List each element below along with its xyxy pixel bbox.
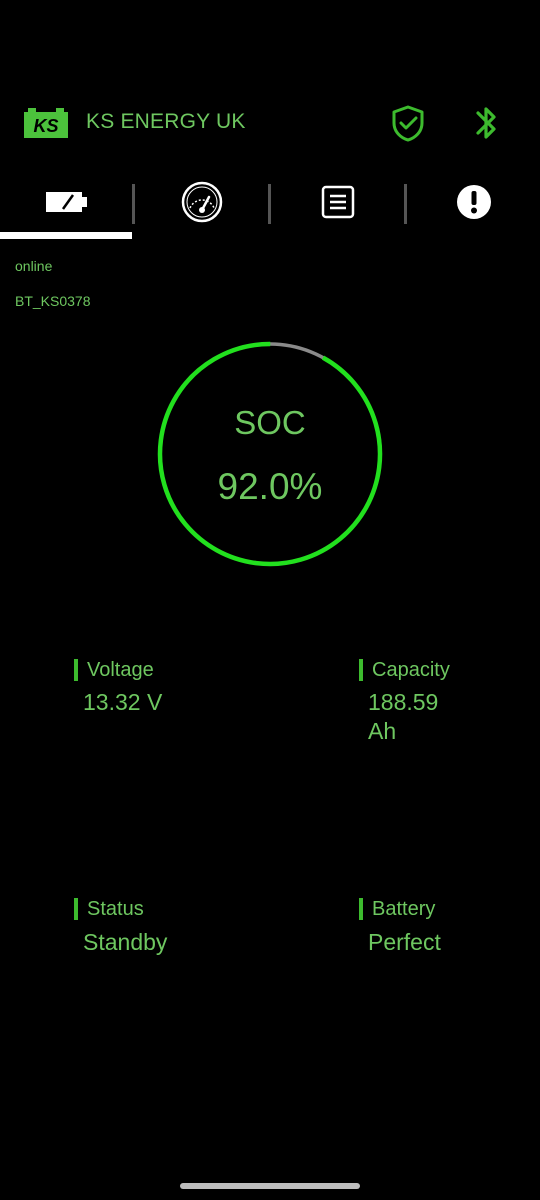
- status-value: Standby: [83, 929, 168, 955]
- soc-label: SOC: [234, 404, 306, 441]
- battery-logo-icon: KS: [24, 108, 68, 138]
- voltage-title: Voltage: [87, 659, 154, 681]
- soc-value: 92.0%: [217, 466, 323, 507]
- shield-check-icon[interactable]: [390, 104, 426, 142]
- battery-icon: [46, 192, 87, 212]
- home-indicator[interactable]: [180, 1183, 360, 1189]
- tab-alert[interactable]: [407, 170, 540, 234]
- tab-gauge[interactable]: [135, 170, 269, 234]
- soc-ring-progress: [157, 341, 383, 567]
- status-marker: [74, 898, 78, 920]
- tab-battery[interactable]: [0, 170, 134, 234]
- speedometer-icon: [181, 181, 223, 223]
- battery-value: Perfect: [368, 929, 441, 955]
- brand-name: KS ENERGY UK: [86, 110, 246, 133]
- battery-title: Battery: [372, 898, 436, 920]
- device-id: BT_KS0378: [15, 293, 91, 309]
- document-icon: [321, 185, 355, 219]
- tab-log[interactable]: [271, 170, 405, 234]
- selected-tab-indicator: [0, 232, 132, 239]
- battery-marker: [359, 898, 363, 920]
- capacity-value: 188.59: [368, 689, 439, 715]
- voltage-marker: [74, 659, 78, 681]
- logo-text: KS: [33, 116, 58, 136]
- capacity-marker: [359, 659, 363, 681]
- app-header: KS KS ENERGY UK: [0, 96, 540, 152]
- connection-status: online: [15, 258, 53, 274]
- capacity-title: Capacity: [372, 659, 450, 681]
- capacity-unit: Ah: [368, 718, 397, 744]
- bluetooth-icon[interactable]: [472, 102, 500, 144]
- alert-icon: [457, 185, 491, 219]
- status-title: Status: [87, 898, 144, 920]
- tab-bar: [0, 170, 540, 240]
- soc-gauge: [157, 341, 383, 567]
- voltage-value: 13.32 V: [83, 689, 163, 715]
